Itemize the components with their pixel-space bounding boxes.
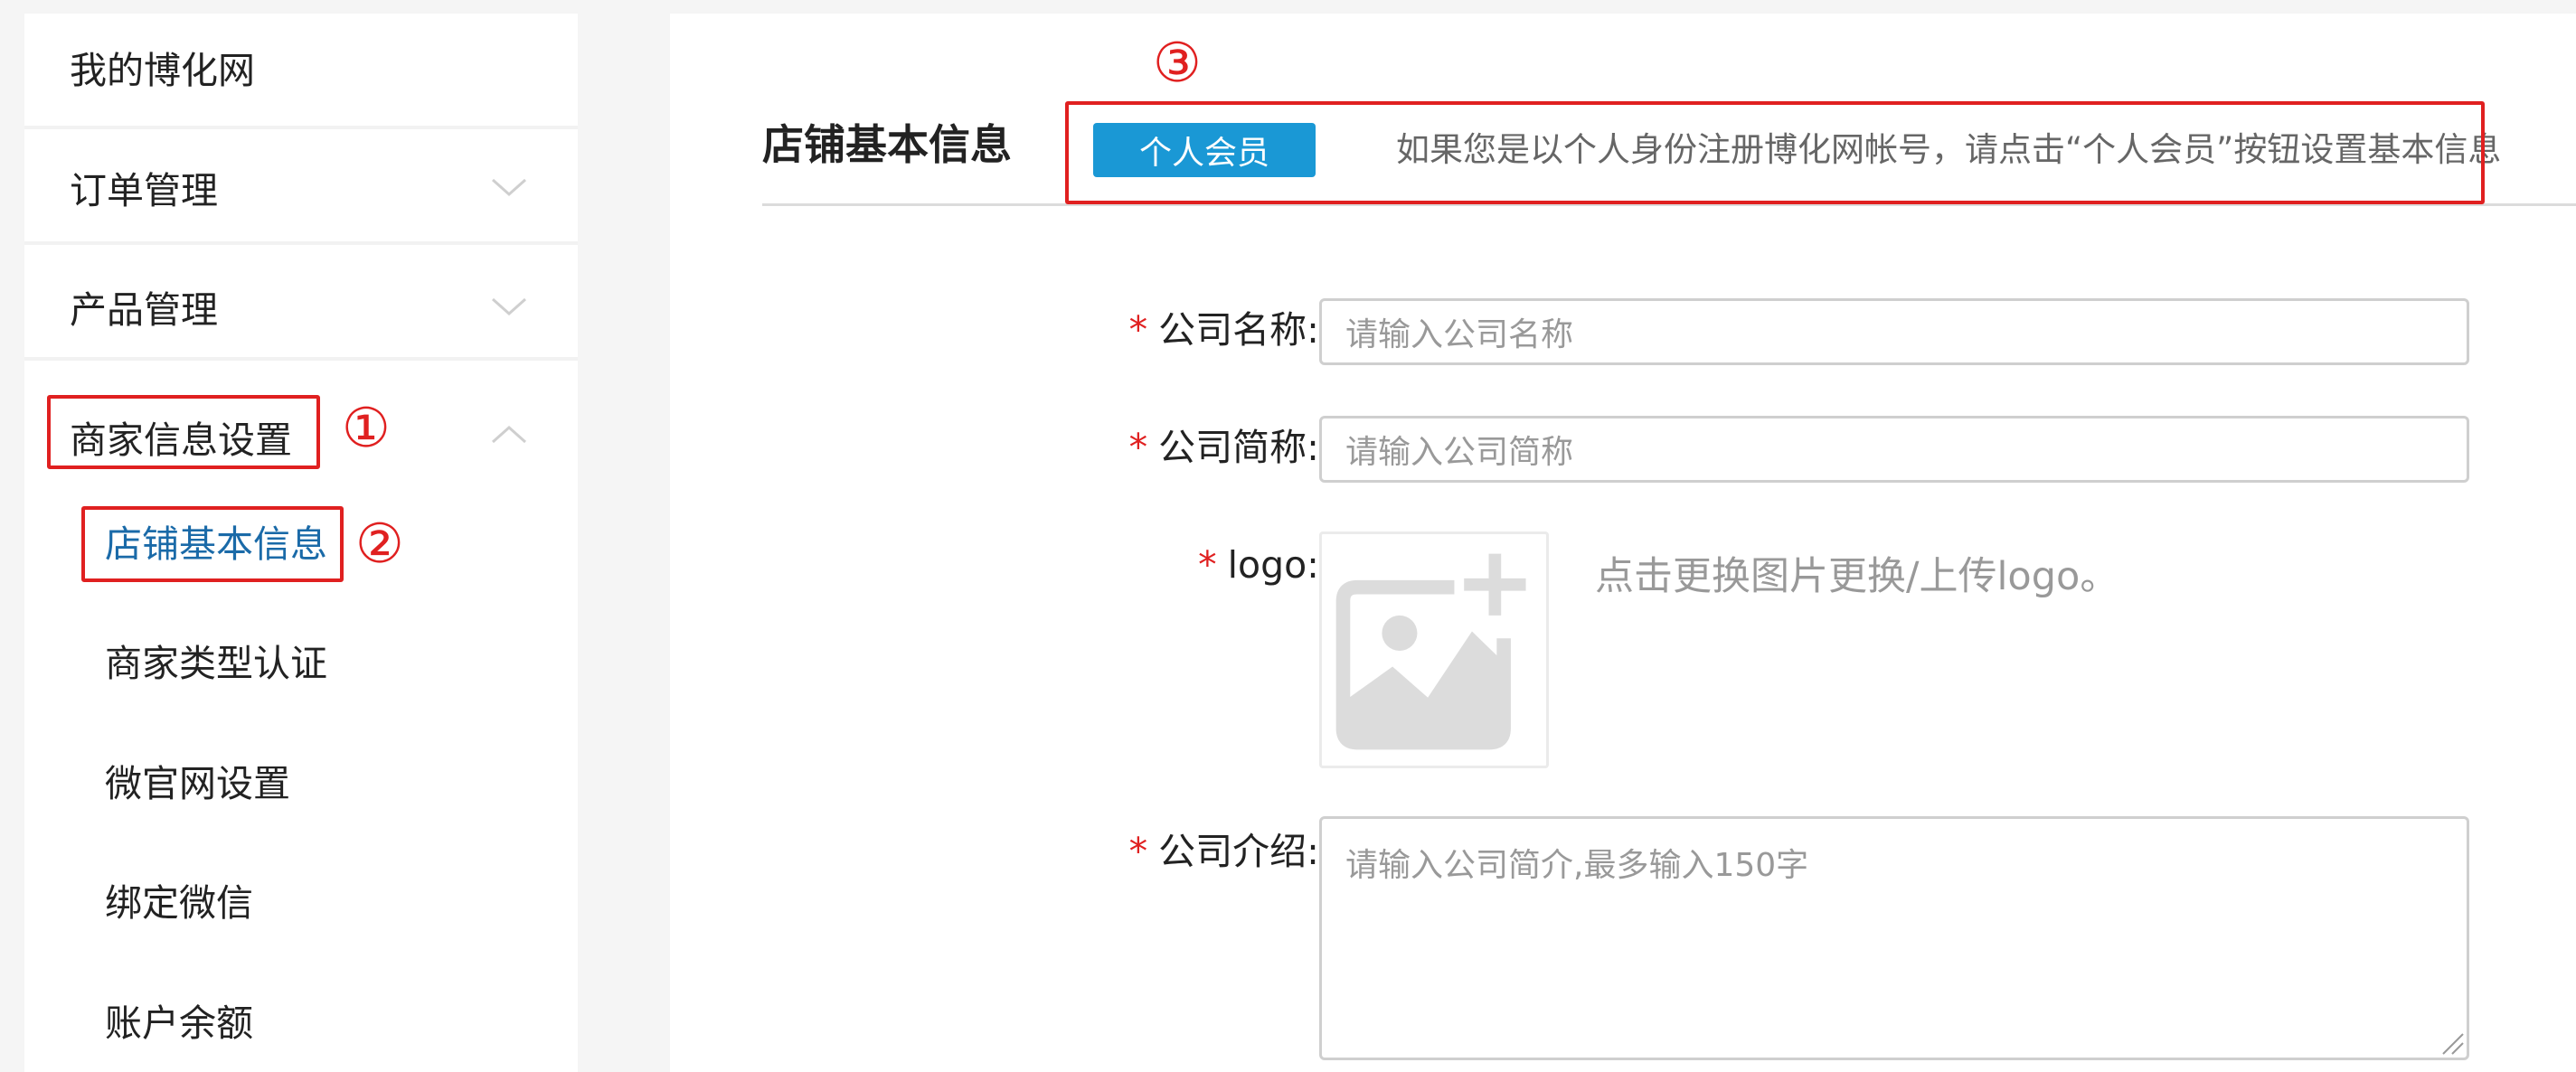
company-intro-placeholder: 请输入公司简介,最多输入150字 [1345, 847, 1809, 884]
company-name-input[interactable]: 请输入公司名称 [1319, 298, 2469, 365]
annotation-box-3 [1065, 101, 2485, 204]
required-mark: * [1128, 308, 1148, 352]
page-title: 店铺基本信息 [762, 120, 1012, 169]
annotation-box-1 [47, 395, 320, 469]
sidebar-item-label: 我的博化网 [70, 49, 255, 92]
sidebar-item-product-management[interactable]: 产品管理 [24, 245, 578, 361]
chevron-down-icon [489, 287, 529, 326]
company-name-label: * 公司名称: [1129, 312, 1319, 349]
company-intro-label-text: 公司介绍: [1158, 830, 1319, 873]
required-mark: * [1128, 830, 1148, 873]
sidebar-item-my-bohua[interactable]: 我的博化网 [24, 14, 578, 129]
annotation-number-1: ① [342, 397, 391, 460]
resize-grip-icon[interactable] [2438, 1029, 2465, 1056]
company-intro-textarea[interactable]: 请输入公司简介,最多输入150字 [1319, 816, 2469, 1060]
logo-upload[interactable] [1319, 531, 1549, 768]
company-name-placeholder: 请输入公司名称 [1345, 316, 1574, 353]
sidebar-subitem-account-balance[interactable]: 账户余额 [105, 1005, 253, 1042]
sidebar-item-label: 订单管理 [70, 169, 218, 212]
company-short-name-label-text: 公司简称: [1158, 426, 1319, 469]
company-name-label-text: 公司名称: [1158, 308, 1319, 352]
company-short-name-input[interactable]: 请输入公司简称 [1319, 416, 2469, 483]
required-mark: * [1198, 543, 1217, 587]
required-mark: * [1128, 426, 1148, 469]
company-short-name-label: * 公司简称: [1129, 429, 1319, 466]
sidebar-subitem-bind-wechat[interactable]: 绑定微信 [105, 885, 253, 922]
annotation-number-3: ③ [1153, 32, 1202, 95]
logo-hint: 点击更换图片更换/上传logo。 [1595, 554, 2119, 599]
chevron-up-icon [489, 415, 529, 455]
annotation-box-2 [81, 506, 344, 582]
logo-label-text: logo: [1227, 543, 1319, 587]
company-short-name-placeholder: 请输入公司简称 [1345, 434, 1574, 471]
logo-label: * logo: [1198, 547, 1319, 584]
chevron-down-icon [489, 167, 529, 207]
sidebar-subitem-merchant-type-verification[interactable]: 商家类型认证 [105, 645, 327, 682]
sidebar-item-label: 产品管理 [70, 288, 218, 332]
image-upload-icon [1322, 534, 1546, 766]
sidebar-subitem-micro-site-settings[interactable]: 微官网设置 [105, 766, 290, 803]
annotation-number-2: ② [355, 512, 404, 576]
sidebar-item-order-management[interactable]: 订单管理 [24, 129, 578, 245]
company-intro-label: * 公司介绍: [1129, 833, 1319, 870]
